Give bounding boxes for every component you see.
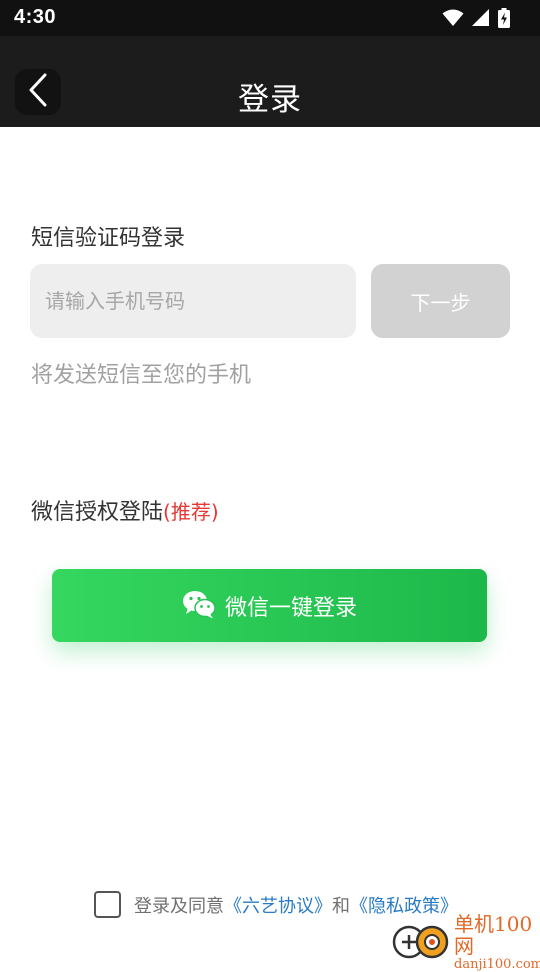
watermark-text: 单机100网 danji100.com <box>454 913 540 972</box>
watermark-line2: danji100.com <box>454 957 540 972</box>
terms-link[interactable]: 《六艺协议》 <box>224 892 332 918</box>
sms-login-title: 短信验证码登录 <box>31 226 186 251</box>
wechat-login-button[interactable]: 微信一键登录 <box>52 569 487 642</box>
watermark: 单机100网 danji100.com <box>392 913 540 972</box>
wechat-login-heading: 微信授权登陆(推荐) <box>31 494 219 526</box>
nav-bar: 登录 <box>0 36 540 127</box>
recommend-badge: (推荐) <box>163 500 219 524</box>
wifi-icon <box>442 9 464 31</box>
watermark-logo-icon <box>392 920 450 966</box>
battery-charging-icon <box>498 8 510 32</box>
next-step-button[interactable]: 下一步 <box>371 264 510 338</box>
signal-icon <box>472 9 490 31</box>
sms-hint-text: 将发送短信至您的手机 <box>31 363 252 388</box>
watermark-line1: 单机100网 <box>454 912 533 958</box>
agreement-conjunction: 和 <box>332 895 350 917</box>
wechat-login-title: 微信授权登陆 <box>31 500 164 525</box>
page-title: 登录 <box>238 82 302 118</box>
phone-number-input[interactable] <box>30 264 356 338</box>
status-time: 4:30 <box>14 6 57 28</box>
agree-checkbox[interactable] <box>94 891 121 918</box>
agreement-prefix: 登录及同意 <box>134 895 224 917</box>
wechat-icon <box>182 589 216 623</box>
next-step-label: 下一步 <box>410 290 471 315</box>
wechat-login-label: 微信一键登录 <box>224 595 357 621</box>
status-bar: 4:30 <box>0 0 540 36</box>
status-icons <box>442 8 510 32</box>
